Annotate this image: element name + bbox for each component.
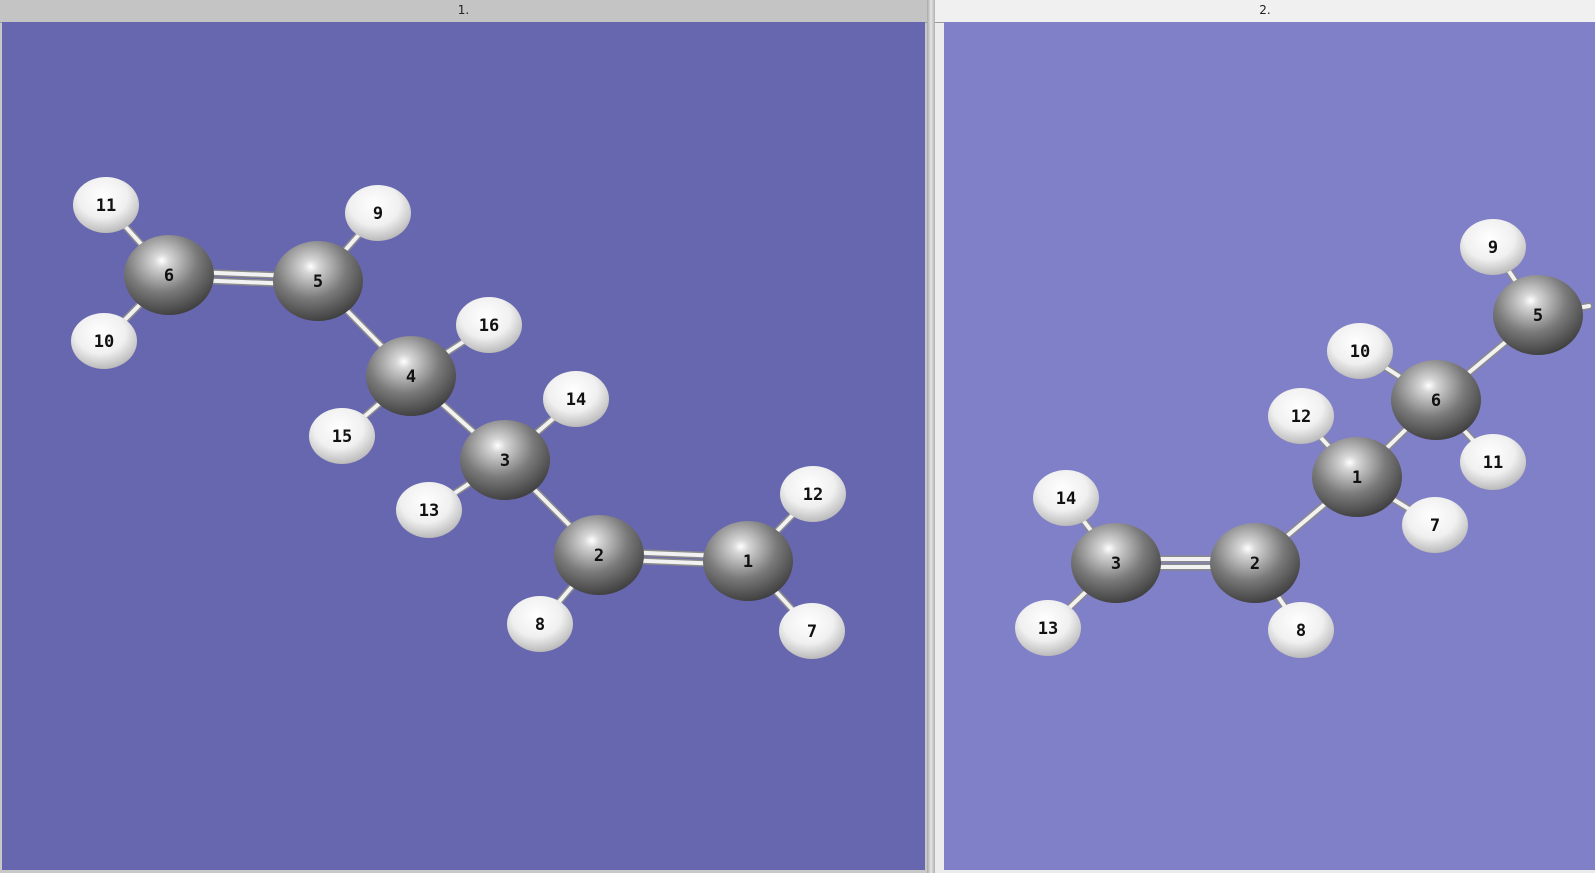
hydrogen-atom-11[interactable]: 11 — [1460, 434, 1526, 490]
hydrogen-atom-8[interactable]: 8 — [507, 596, 573, 652]
hydrogen-atom-15[interactable]: 15 — [309, 408, 375, 464]
carbon-atom-3[interactable]: 3 — [1071, 523, 1161, 603]
carbon-atom-4[interactable]: 4 — [366, 336, 456, 416]
hydrogen-atom-7[interactable]: 7 — [779, 603, 845, 659]
window-title: 2. — [935, 0, 1595, 23]
carbon-atom-1[interactable]: 1 — [703, 521, 793, 601]
atom-label: 3 — [500, 451, 510, 471]
hydrogen-atom-14[interactable]: 14 — [543, 371, 609, 427]
carbon-atom-5[interactable]: 5 — [1493, 275, 1583, 355]
atom-label: 13 — [1038, 619, 1058, 639]
hydrogen-atom-9[interactable]: 9 — [345, 185, 411, 241]
atom-label: 9 — [1488, 238, 1498, 258]
atom-label: 10 — [1350, 342, 1370, 362]
carbon-atom-1[interactable]: 1 — [1312, 437, 1402, 517]
atom-label: 2 — [1250, 554, 1260, 574]
carbon-atom-2[interactable]: 2 — [554, 515, 644, 595]
atom-label: 9 — [373, 204, 383, 224]
atom-label: 6 — [1431, 391, 1441, 411]
molecule-viewport[interactable]: 1 2 3 5 6 7 8 9 10 11 12 13 14 — [944, 22, 1595, 870]
atom-label: 2 — [594, 546, 604, 566]
atom-label: 7 — [1430, 516, 1440, 536]
atom-label: 3 — [1111, 554, 1121, 574]
atom-label: 1 — [1352, 468, 1362, 488]
carbon-atom-6[interactable]: 6 — [124, 235, 214, 315]
atom-label: 5 — [313, 272, 323, 292]
atom-label: 14 — [566, 390, 586, 410]
carbon-atom-2[interactable]: 2 — [1210, 523, 1300, 603]
hydrogen-atom-12[interactable]: 12 — [1268, 388, 1334, 444]
hydrogen-atom-16[interactable]: 16 — [456, 297, 522, 353]
carbon-atom-6[interactable]: 6 — [1391, 360, 1481, 440]
hydrogen-atom-12[interactable]: 12 — [780, 466, 846, 522]
window-title: 1. — [0, 0, 927, 23]
hydrogen-atom-11[interactable]: 11 — [73, 177, 139, 233]
hydrogen-atom-10[interactable]: 10 — [1327, 323, 1393, 379]
atom-label: 6 — [164, 266, 174, 286]
hydrogen-atom-7[interactable]: 7 — [1402, 497, 1468, 553]
molecule-viewport[interactable]: 1 2 3 4 5 6 7 8 9 10 11 12 13 14 15 16 — [2, 22, 925, 870]
atom-label: 12 — [803, 485, 823, 505]
atom-label: 13 — [419, 501, 439, 521]
atom-label: 5 — [1533, 306, 1543, 326]
atom-label: 16 — [479, 316, 499, 336]
hydrogen-atom-13[interactable]: 13 — [1015, 600, 1081, 656]
atom-label: 8 — [1296, 621, 1306, 641]
hydrogen-atom-9[interactable]: 9 — [1460, 219, 1526, 275]
atom-label: 4 — [406, 367, 416, 387]
atom-label: 12 — [1291, 407, 1311, 427]
molecule-canvas[interactable]: 123567891011121314 — [944, 22, 1595, 870]
atom-label: 11 — [96, 196, 116, 216]
atom-label: 1 — [743, 552, 753, 572]
carbon-atom-5[interactable]: 5 — [273, 241, 363, 321]
carbon-atom-3[interactable]: 3 — [460, 420, 550, 500]
atom-label: 8 — [535, 615, 545, 635]
atom-label: 14 — [1056, 489, 1076, 509]
pane-splitter[interactable] — [927, 0, 935, 873]
molecule-window-2[interactable]: 2. 1 2 3 5 6 7 8 9 10 11 12 13 14 — [935, 0, 1595, 873]
hydrogen-atom-8[interactable]: 8 — [1268, 602, 1334, 658]
atom-label: 10 — [94, 332, 114, 352]
molecule-canvas[interactable]: 12345678910111213141516 — [2, 22, 925, 870]
hydrogen-atom-14[interactable]: 14 — [1033, 470, 1099, 526]
atom-label: 15 — [332, 427, 352, 447]
hydrogen-atom-13[interactable]: 13 — [396, 482, 462, 538]
atom-label: 7 — [807, 622, 817, 642]
atom-label: 11 — [1483, 453, 1503, 473]
hydrogen-atom-10[interactable]: 10 — [71, 313, 137, 369]
molecule-window-1[interactable]: 1. 1 2 3 4 5 6 7 8 9 10 11 12 13 14 15 16 — [0, 0, 927, 873]
